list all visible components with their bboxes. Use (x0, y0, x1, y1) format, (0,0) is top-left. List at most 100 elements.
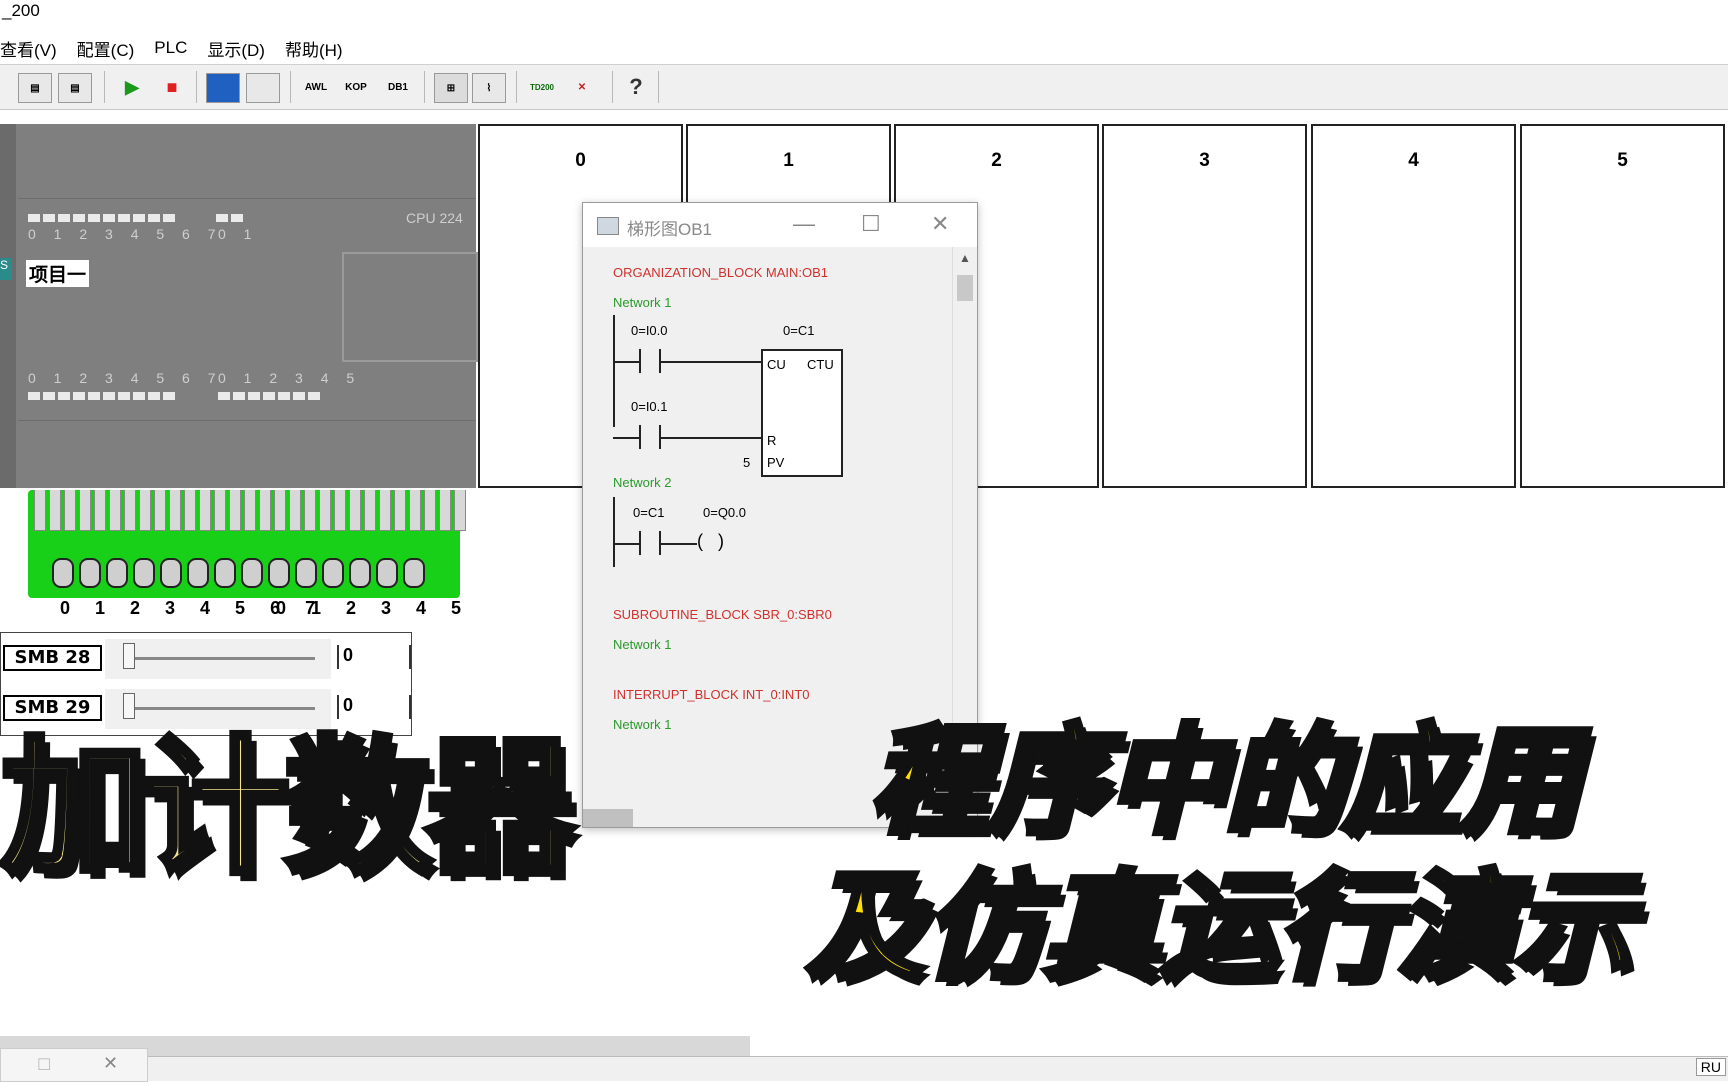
module-slot-3[interactable]: 3 (1102, 124, 1307, 488)
close-icon[interactable]: ✕ (103, 1053, 118, 1074)
slot-number: 2 (991, 150, 1002, 171)
help-button[interactable]: ? (620, 73, 652, 101)
side-tag: S (0, 258, 12, 280)
input-switch-0[interactable] (52, 558, 74, 588)
slot-number: 5 (1617, 150, 1628, 171)
input-switch-12[interactable] (376, 558, 398, 588)
input-switches (52, 558, 263, 588)
toolbar-separator (658, 71, 659, 103)
int-network-label: Network 1 (613, 717, 672, 732)
smb-value[interactable]: 0 (337, 695, 411, 719)
output-leds-2 (218, 392, 320, 400)
td200-button[interactable]: TD200 (526, 73, 558, 101)
ladder-window-title: 梯形图OB1 (627, 220, 713, 239)
contact-label: 0=I0.0 (631, 323, 668, 338)
coil-label: 0=Q0.0 (703, 505, 747, 520)
toolbar-separator (104, 71, 105, 103)
toolbar-separator (196, 71, 197, 103)
slot-number: 3 (1199, 150, 1210, 171)
contact-label: 0=I0.1 (631, 399, 668, 414)
status-bar (0, 1056, 1728, 1081)
lock-icon[interactable]: ✕ (566, 73, 598, 101)
switch-numbers-2: 0 1 2 3 4 5 (276, 598, 472, 618)
input-switch-7[interactable] (241, 558, 263, 588)
run-icon[interactable]: ▶ (116, 73, 148, 101)
overlay-title-right-2: 及仿真运行演示 (803, 858, 1635, 996)
maximize-icon[interactable]: ☐ (861, 211, 881, 237)
window-icon (597, 217, 619, 235)
counter-label: 0=C1 (783, 323, 815, 338)
input-switch-4[interactable] (160, 558, 182, 588)
input-switches-2 (268, 558, 425, 588)
contact-symbol (639, 425, 641, 449)
input-switch-6[interactable] (214, 558, 236, 588)
power-rail (613, 497, 615, 567)
input-switch-11[interactable] (349, 558, 371, 588)
monitor-off-icon[interactable] (246, 73, 280, 103)
open-icon[interactable]: ▤ (18, 73, 52, 103)
network-1-label: Network 1 (613, 295, 672, 310)
input-switch-13[interactable] (403, 558, 425, 588)
minimized-window[interactable]: ☐ ✕ (0, 1048, 148, 1082)
awl-button[interactable]: AWL (300, 73, 332, 101)
input-switch-1[interactable] (79, 558, 101, 588)
input-leds-2 (216, 214, 243, 222)
input-switch-8[interactable] (268, 558, 290, 588)
stop-icon[interactable]: ■ (156, 73, 188, 101)
input-switch-10[interactable] (322, 558, 344, 588)
cpu-display-window (342, 252, 478, 362)
monitor-icon[interactable] (206, 73, 240, 103)
slot-number: 1 (783, 150, 794, 171)
input-led-numbers-2: 0 1 (218, 226, 259, 242)
overlay-title-right-1: 程序中的应用 (867, 712, 1581, 850)
input-switch-2[interactable] (106, 558, 128, 588)
scroll-thumb[interactable] (957, 275, 973, 301)
module-slot-5[interactable]: 5 (1520, 124, 1725, 488)
project-label: 项目一 (26, 260, 90, 287)
slider-thumb[interactable] (123, 693, 135, 719)
toolbar-separator (516, 71, 517, 103)
input-switch-3[interactable] (133, 558, 155, 588)
kop-button[interactable]: KOP (340, 73, 372, 101)
status-table-icon[interactable]: ⊞ (434, 73, 468, 103)
ctu-label: CTU (807, 357, 834, 372)
db1-button[interactable]: DB1 (382, 73, 414, 101)
plc-body: S 0 1 2 3 4 5 6 7 0 1 CPU 224 项目一 0 1 2 … (0, 124, 478, 488)
smb-slider[interactable] (105, 639, 331, 679)
input-switch-terminal (28, 490, 466, 598)
int-block-title: INTERRUPT_BLOCK INT_0:INT0 (613, 687, 810, 702)
toolbar: ▤ ▤ ▶ ■ AWL KOP DB1 ⊞ ⌇ TD200 ✕ ? (0, 64, 1728, 110)
scroll-up-icon[interactable]: ▲ (959, 251, 971, 265)
horizontal-scroll-thumb[interactable] (583, 809, 633, 827)
network-2-label: Network 2 (613, 475, 672, 490)
menu-display[interactable]: 显示(D) (207, 36, 265, 61)
close-icon[interactable]: ✕ (931, 211, 949, 237)
overlay-title-left: 加计数器 (0, 722, 577, 894)
menu-view[interactable]: 查看(V) (0, 36, 57, 61)
smb-row: SMB 28 0 (1, 633, 411, 683)
output-led-numbers: 0 1 2 3 4 5 6 7 (28, 370, 223, 386)
cu-pin: CU (767, 357, 786, 372)
pv-pin: PV (767, 455, 785, 470)
output-led-numbers-2: 0 1 2 3 4 5 (218, 370, 362, 386)
minimize-icon[interactable]: — (793, 211, 815, 237)
maximize-icon[interactable]: ☐ (37, 1055, 51, 1075)
smb-value[interactable]: 0 (337, 645, 411, 669)
menu-help[interactable]: 帮助(H) (285, 36, 343, 61)
menu-config[interactable]: 配置(C) (77, 36, 135, 61)
window-title: _200 (2, 1, 40, 20)
plc-left-strip (0, 124, 16, 488)
slider-thumb[interactable] (123, 643, 135, 669)
status-mode: RU (1695, 1058, 1726, 1076)
module-slot-4[interactable]: 4 (1311, 124, 1516, 488)
input-switch-9[interactable] (295, 558, 317, 588)
save-icon[interactable]: ▤ (58, 73, 92, 103)
plc-top-band (18, 124, 476, 199)
menu-bar: 查看(V) 配置(C) PLC 显示(D) 帮助(H) (0, 34, 1728, 62)
input-switch-5[interactable] (187, 558, 209, 588)
menu-plc[interactable]: PLC (154, 38, 187, 58)
trend-icon[interactable]: ⌇ (472, 73, 506, 103)
input-led-numbers: 0 1 2 3 4 5 6 7 (28, 226, 223, 242)
r-pin: R (767, 433, 777, 448)
ladder-window-titlebar[interactable]: 梯形图OB1 — ☐ ✕ (583, 203, 977, 247)
